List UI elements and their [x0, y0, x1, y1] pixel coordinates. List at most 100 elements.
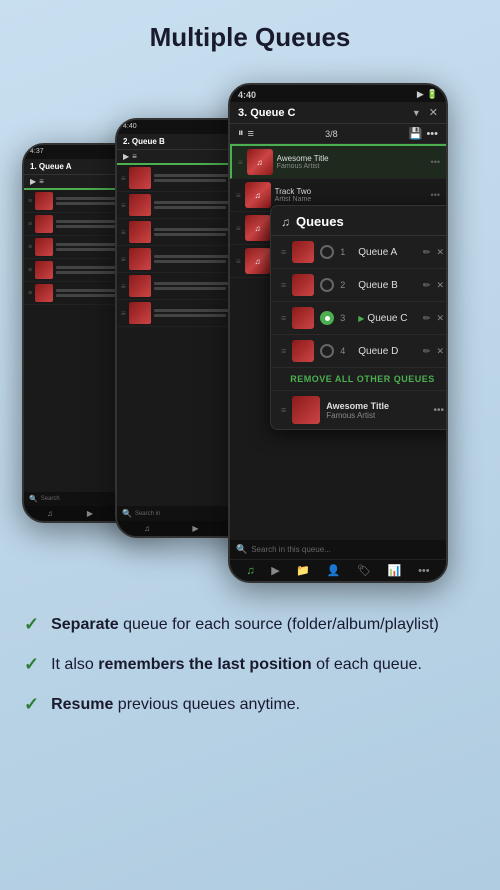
save-icon[interactable]: 💾 [409, 127, 423, 140]
play-triangle-c: ▶ [358, 314, 364, 323]
queue-row-del-b[interactable]: ✕ [436, 280, 444, 291]
track-more-2[interactable]: ••• [431, 190, 440, 200]
phone-2-queue-name: 2. Queue B [123, 137, 165, 146]
popup-np-more[interactable]: ••• [433, 405, 444, 416]
track-more-1[interactable]: ••• [431, 157, 440, 167]
phone-2-line-artist-5 [154, 287, 226, 290]
close-icon[interactable]: ✕ [429, 106, 438, 119]
search-placeholder-text: Search in this queue... [251, 545, 331, 554]
phone-2-drag-4: ≡ [121, 255, 126, 264]
nav-equalizer-icon[interactable]: 📊 [388, 564, 402, 577]
feature-text-1: Separate queue for each source (folder/a… [51, 613, 439, 637]
queue-row-num-d: 4 [340, 346, 352, 356]
page-title: Multiple Queues [0, 0, 500, 63]
phone-3-queue-name: 3. Queue C [238, 107, 409, 119]
phone-1-nav-queue: ♫ [47, 509, 53, 518]
queue-row-num-c: 3 [340, 313, 352, 323]
queue-row-name-c: ▶ Queue C [358, 313, 417, 324]
queue-row-name-d: Queue D [358, 346, 417, 357]
queue-row-thumb-c [292, 307, 314, 329]
phone-2-thumb-1 [129, 167, 151, 189]
queue-row-c[interactable]: ≡ 3 ▶ Queue C ✏ ✕ [271, 302, 448, 335]
phone-2-thumb-5 [129, 275, 151, 297]
phone-1-drag-1: ≡ [28, 198, 32, 205]
phone-1-time: 4:37 [30, 148, 44, 156]
phone-2-thumb-2 [129, 194, 151, 216]
phone-1-line-artist-2 [56, 225, 116, 228]
nav-folder-icon[interactable]: 📁 [296, 564, 310, 577]
search-icon: 🔍 [236, 544, 247, 555]
phone-2-drag-2: ≡ [121, 201, 126, 210]
phone-1-search-icon: 🔍 [29, 495, 38, 503]
queue-row-radio-d [320, 344, 334, 358]
phone-1-thumb-1 [35, 192, 53, 210]
popup-np-info: Awesome Title Famous Artist [326, 401, 427, 420]
nav-play-icon[interactable]: ▶ [271, 564, 279, 577]
phone-1-drag-3: ≡ [28, 244, 32, 251]
phone-1-nav-play: ▶ [87, 509, 93, 518]
phone-3-controls: ⏸ ≡ 3/8 💾 ••• [230, 124, 446, 144]
queue-row-edit-c[interactable]: ✏ [423, 313, 431, 324]
popup-now-playing: ≡ Awesome Title Famous Artist ••• [271, 391, 448, 429]
phone-3-status-icons: ▶ 🔋 [417, 89, 438, 100]
phone-1-line-artist-1 [56, 202, 116, 205]
queues-popup-title: Queues [296, 214, 344, 229]
queues-list-icon: ♫ [281, 215, 290, 229]
nav-dots-icon[interactable]: ••• [418, 565, 430, 577]
phone-1-search-text: Search [41, 496, 60, 502]
queue-row-num-a: 1 [340, 247, 352, 257]
more-icon[interactable]: ••• [426, 128, 438, 140]
phone-3-time: 4:40 [238, 90, 256, 100]
queue-row-del-c[interactable]: ✕ [436, 313, 444, 324]
drag-handle-1: ≡ [238, 158, 243, 167]
drag-handle-4: ≡ [236, 257, 241, 266]
queue-row-edit-d[interactable]: ✏ [423, 346, 431, 357]
queue-row-drag-c: ≡ [281, 313, 286, 323]
phone-3-search-bar[interactable]: 🔍 Search in this queue... [230, 540, 446, 559]
queue-row-b[interactable]: ≡ 2 Queue B ✏ ✕ [271, 269, 448, 302]
pause-icon[interactable]: ⏸ [238, 127, 244, 140]
phone-2-thumb-3 [129, 221, 151, 243]
queue-row-del-a[interactable]: ✕ [436, 247, 444, 258]
track-title-2: Track Two [275, 187, 427, 196]
nav-tag-icon[interactable]: 🏷 [357, 564, 371, 577]
queue-row-edit-a[interactable]: ✏ [423, 247, 431, 258]
phone-2-line-artist-2 [154, 206, 226, 209]
phone-2-play-icon: ▶ [123, 152, 129, 161]
phone-1-line-artist-4 [56, 271, 116, 274]
feature-check-3: ✓ [24, 694, 39, 715]
queue-row-drag-d: ≡ [281, 346, 286, 356]
phone-2-drag-1: ≡ [121, 174, 126, 183]
phone-2-drag-3: ≡ [121, 228, 126, 237]
nav-queue-icon[interactable]: ♫ [246, 565, 254, 577]
phone-2-drag-5: ≡ [121, 282, 126, 291]
queue-row-edit-b[interactable]: ✏ [423, 280, 431, 291]
feature-text-2: It also remembers the last position of e… [51, 653, 422, 677]
phone-3-status-bar: 4:40 ▶ 🔋 [230, 85, 446, 102]
nav-person-icon[interactable]: 👤 [327, 564, 341, 577]
phone-2-drag-6: ≡ [121, 309, 126, 318]
queue-row-drag-a: ≡ [281, 247, 286, 257]
phone-2-list-icon: ≡ [132, 152, 137, 161]
remove-all-button[interactable]: REMOVE ALL OTHER QUEUES [271, 368, 448, 391]
feature-item-3: ✓ Resume previous queues anytime. [24, 693, 476, 717]
phone-1-drag-5: ≡ [28, 290, 32, 297]
queue-row-a[interactable]: ≡ 1 Queue A ✏ ✕ [271, 236, 448, 269]
phone-2-time: 4:40 [123, 123, 137, 131]
queue-row-name-b: Queue B [358, 280, 417, 291]
phone-1-play-icon: ▶ [30, 177, 36, 186]
popup-np-title: Awesome Title [326, 401, 427, 411]
queue-row-del-d[interactable]: ✕ [436, 346, 444, 357]
queue-row-radio-a [320, 245, 334, 259]
feature-text-3: Resume previous queues anytime. [51, 693, 300, 717]
queue-row-d[interactable]: ≡ 4 Queue D ✏ ✕ [271, 335, 448, 368]
track-thumb-2: ♫ [245, 182, 271, 208]
phone-2-line-artist-6 [154, 314, 226, 317]
queue-row-radio-c [320, 311, 334, 325]
queue-row-drag-b: ≡ [281, 280, 286, 290]
phones-area: 4:37 ▶ ⊟ 1. Queue A ▶ ≡ ≡ ≡ [0, 63, 500, 593]
phone-2-thumb-6 [129, 302, 151, 324]
sort-icon[interactable]: ≡ [248, 128, 254, 140]
phone-2-nav-queue: ♫ [144, 524, 150, 533]
chevron-down-icon[interactable]: ▼ [412, 108, 421, 118]
